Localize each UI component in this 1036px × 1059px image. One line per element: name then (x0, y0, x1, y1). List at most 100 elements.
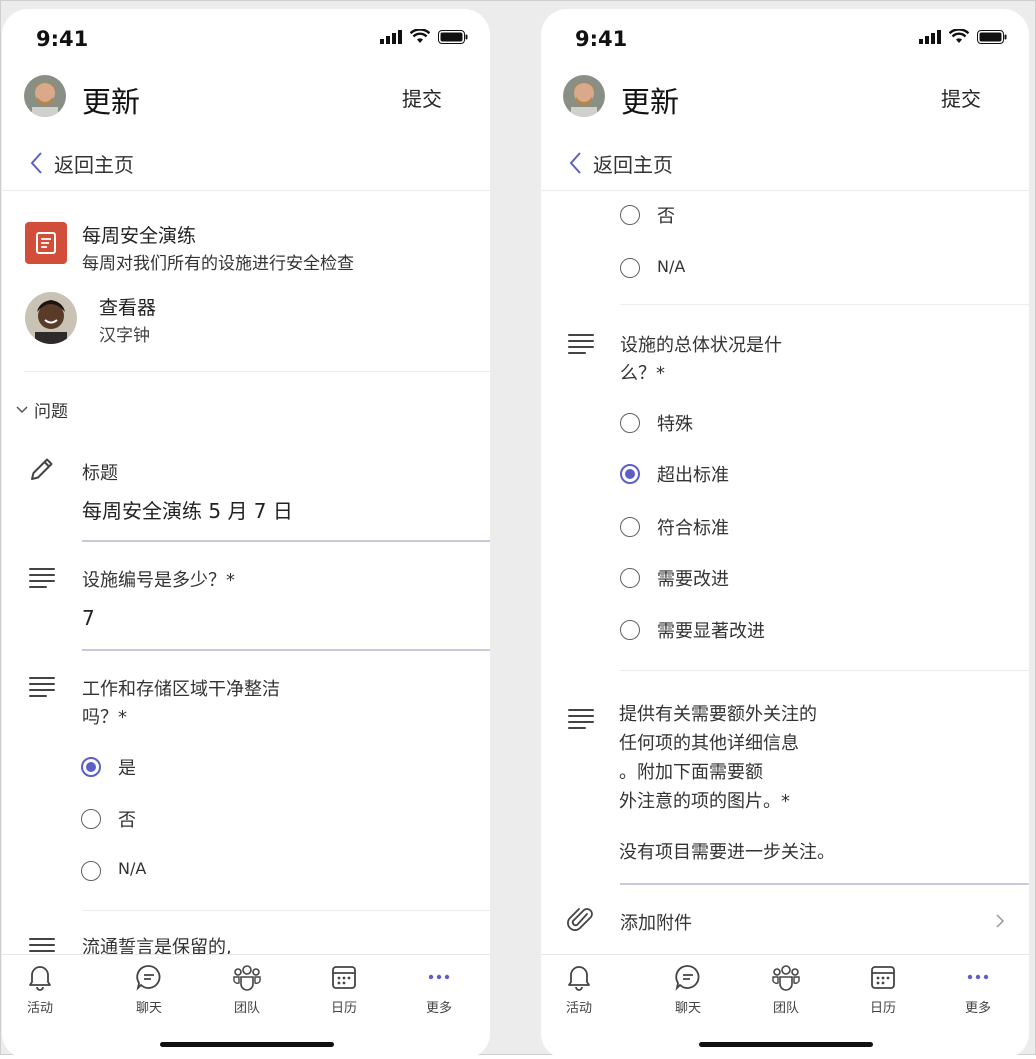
task-app-icon (25, 222, 67, 264)
q4-option-label: 超出标准 (657, 465, 729, 486)
q2-radio-yes[interactable] (81, 757, 101, 777)
q4-label-line1: 设施的总体状况是什 (620, 335, 782, 356)
back-label: 返回主页 (54, 152, 134, 177)
tab-label: 更多 (964, 1001, 991, 1016)
tab-more[interactable]: 更多 (938, 963, 1018, 1016)
q5-label-line2: 任何项的其他详细信息 (619, 733, 799, 754)
app-header: 更新 提交 (541, 71, 1029, 131)
tab-teams[interactable]: 团队 (207, 963, 287, 1016)
phone-right: 9:41 更新 提交 返回主页 否 N/A 设施的总体状况是什 么？* 特殊 超… (541, 9, 1029, 1059)
home-indicator (699, 1042, 873, 1047)
home-indicator (160, 1042, 334, 1047)
pencil-icon (31, 458, 53, 480)
q2-label-line1: 工作和存储区域干净整洁 (82, 679, 280, 700)
bell-icon (568, 966, 590, 991)
app-header: 更新 提交 (2, 71, 490, 131)
status-time: 9:41 (575, 27, 628, 51)
q4-label-line2: 么？* (620, 363, 665, 384)
tab-label: 活动 (565, 1001, 592, 1016)
tab-teams[interactable]: 团队 (746, 963, 826, 1016)
back-label: 返回主页 (593, 152, 673, 177)
screenshot-frame: 9:41 更新 提交 返回主页 每周安全演练 每周对我们所有的设施进行安全检查 (0, 0, 1036, 1059)
title-field-label: 标题 (82, 463, 118, 484)
prev-radio-na[interactable] (620, 258, 640, 278)
tab-activity[interactable]: 活动 (541, 963, 619, 1016)
add-attachment-row[interactable]: 添加附件 (541, 899, 1029, 943)
divider (620, 304, 1029, 305)
q2-radio-na[interactable] (81, 861, 101, 881)
tab-calendar[interactable]: 日历 (843, 963, 923, 1016)
chevron-right-icon (996, 914, 1005, 928)
tab-more[interactable]: 更多 (399, 963, 479, 1016)
prev-option-label: 否 (657, 206, 675, 227)
tab-label: 活动 (26, 1001, 53, 1016)
q2-label-line2: 吗？* (82, 707, 127, 728)
back-to-home-link[interactable]: 返回主页 (30, 143, 134, 183)
q4-radio-needs-significant-improvement[interactable] (620, 620, 640, 640)
q5-label-line4: 外注意的项的图片。* (619, 791, 790, 812)
add-attachment-label: 添加附件 (620, 913, 692, 934)
q1-label: 设施编号是多少？* (82, 570, 235, 591)
prev-radio-no[interactable] (620, 205, 640, 225)
wifi-icon (410, 29, 430, 43)
q4-option-label: 需要改进 (657, 569, 729, 590)
chevron-down-icon (16, 405, 28, 413)
q2-radio-no[interactable] (81, 809, 101, 829)
section-label: 问题 (34, 402, 68, 422)
field-underline (82, 649, 490, 651)
user-avatar[interactable] (24, 75, 66, 117)
q4-radio-meets[interactable] (620, 517, 640, 537)
bottom-tab-bar: 活动 聊天 团队 日历 更多 (2, 954, 490, 1055)
q4-option-label: 符合标准 (657, 518, 729, 539)
more-icon (428, 974, 450, 980)
teams-icon (772, 965, 800, 991)
back-to-home-link[interactable]: 返回主页 (569, 143, 673, 183)
q4-option-label: 需要显著改进 (657, 621, 765, 642)
status-bar: 9:41 (541, 9, 1029, 65)
divider (541, 190, 1029, 191)
more-icon (967, 974, 989, 980)
field-underline (82, 540, 490, 542)
q5-answer[interactable]: 没有项目需要进一步关注。 (619, 838, 835, 864)
viewer-avatar (25, 292, 77, 344)
q2-option-label: 是 (118, 758, 136, 779)
title-field-value[interactable]: 每周安全演练 5 月 7 日 (82, 495, 293, 524)
field-underline (620, 883, 1029, 885)
q4-radio-needs-improvement[interactable] (620, 568, 640, 588)
prev-option-label: N/A (657, 257, 686, 276)
chat-icon (675, 965, 700, 991)
tab-label: 团队 (233, 1001, 260, 1016)
text-lines-icon (29, 568, 57, 590)
task-title: 每周安全演练 (82, 225, 197, 247)
q2-option-label: 否 (118, 810, 136, 831)
divider (620, 670, 1029, 671)
page-title: 更新 (621, 85, 680, 119)
q1-value[interactable]: 7 (82, 606, 95, 630)
user-avatar[interactable] (563, 75, 605, 117)
page-title: 更新 (82, 85, 141, 119)
tab-calendar[interactable]: 日历 (304, 963, 384, 1016)
q2-option-label: N/A (118, 859, 147, 878)
text-lines-icon (568, 709, 596, 731)
chevron-left-icon (569, 152, 581, 174)
tab-label: 日历 (869, 1001, 896, 1016)
questions-section-toggle[interactable]: 问题 (16, 397, 68, 422)
q4-radio-exceptional[interactable] (620, 413, 640, 433)
q5-label-line1: 提供有关需要额外关注的 (619, 704, 817, 725)
paperclip-icon (567, 908, 593, 931)
viewer-label: 查看器 (99, 297, 157, 319)
submit-button[interactable]: 提交 (402, 83, 442, 112)
q4-option-label: 特殊 (657, 414, 693, 435)
tab-chat[interactable]: 聊天 (109, 963, 189, 1016)
q4-radio-exceeds[interactable] (620, 464, 640, 484)
submit-button[interactable]: 提交 (941, 83, 981, 112)
task-subtitle: 每周对我们所有的设施进行安全检查 (82, 254, 354, 274)
tab-label: 聊天 (674, 1001, 701, 1016)
cellular-signal-icon (380, 29, 402, 44)
tab-chat[interactable]: 聊天 (648, 963, 728, 1016)
bottom-tab-bar: 活动 聊天 团队 日历 更多 (541, 954, 1029, 1055)
tab-activity[interactable]: 活动 (2, 963, 80, 1016)
text-lines-icon (568, 334, 596, 356)
tab-label: 团队 (772, 1001, 799, 1016)
divider (82, 910, 490, 911)
